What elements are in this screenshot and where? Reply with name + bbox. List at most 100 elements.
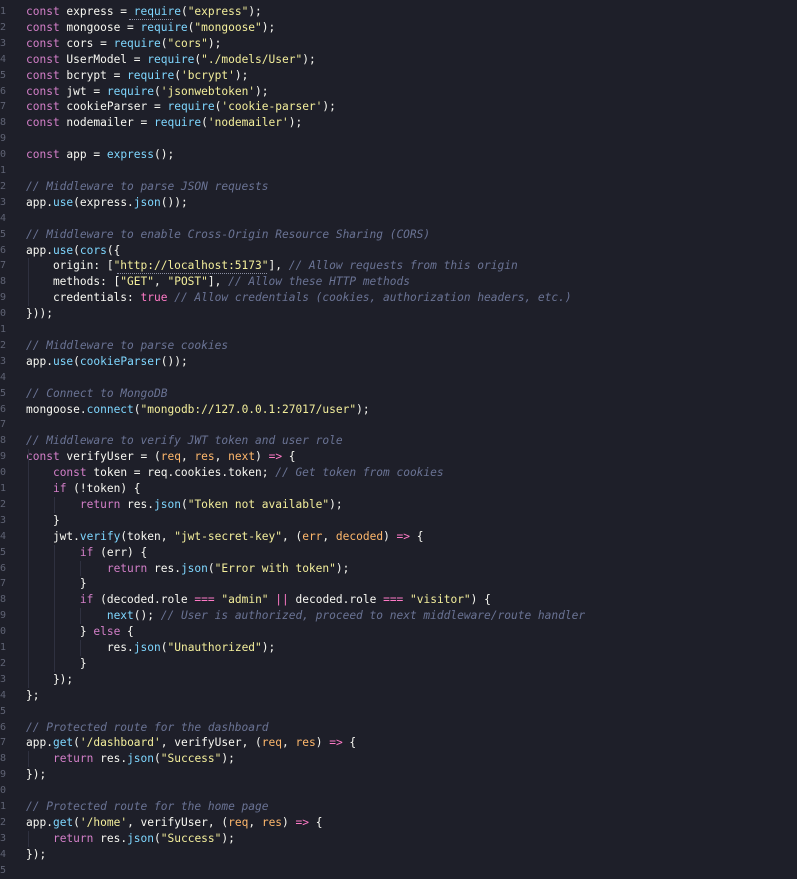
code-token: , verifyUser, ( <box>127 815 229 829</box>
code-token: res. <box>147 561 181 575</box>
code-token: { <box>120 625 134 639</box>
code-token: "Token not available" <box>187 497 330 511</box>
code-token: ); <box>234 68 249 82</box>
lint-underline <box>129 17 173 20</box>
code-token: ); <box>288 116 303 130</box>
code-line: mongoose.connect("mongodb://127.0.0.1:27… <box>26 402 370 418</box>
code-line: app.use(express.json()); <box>26 195 188 211</box>
code-token: } <box>26 625 94 639</box>
code-line: return res.json("Success"); <box>26 831 235 847</box>
code-token: || <box>275 593 289 607</box>
code-token: req <box>261 736 283 750</box>
indent-guide <box>80 560 81 577</box>
lint-underline <box>117 271 267 275</box>
code-token: ); <box>335 561 350 575</box>
code-token: ); <box>261 20 276 34</box>
code-token: ( <box>154 752 161 766</box>
code-token: err <box>302 529 323 543</box>
code-token: ()); <box>160 195 188 209</box>
code-token: // Allow these HTTP methods <box>228 275 410 289</box>
code-token: 'cookie-parser' <box>221 100 323 114</box>
code-token: // Middleware to parse JSON requests <box>26 179 269 193</box>
code-token: const <box>26 450 60 464</box>
code-token: ( <box>73 243 80 257</box>
code-token: // Protected route for the home page <box>26 800 269 813</box>
indent-guide <box>54 496 55 513</box>
code-token: "express" <box>187 5 249 18</box>
code-line: } <box>26 656 87 672</box>
code-line: if (err) { <box>26 545 147 561</box>
code-token: ( <box>73 736 80 750</box>
code-token: const <box>26 84 60 98</box>
code-token: }); <box>26 847 47 861</box>
code-token: (decoded.role <box>93 593 195 607</box>
code-token: require <box>140 20 188 34</box>
code-token: bcrypt = <box>59 68 128 82</box>
code-token: if <box>79 593 94 607</box>
code-token: "GET" <box>120 275 154 289</box>
code-token: const <box>26 68 60 82</box>
code-line: } <box>26 513 60 529</box>
code-token: , verifyUser, ( <box>160 736 262 750</box>
code-token: require <box>153 116 202 130</box>
indent-guide <box>28 449 29 688</box>
code-token: res. <box>93 831 128 845</box>
code-line: if (!token) { <box>26 481 141 497</box>
code-area[interactable]: const express = require("express"); const… <box>0 0 797 879</box>
code-token: (!token) { <box>66 482 141 495</box>
code-token: cors <box>79 243 107 257</box>
code-token: app. <box>26 736 53 750</box>
code-token: mongoose = <box>59 20 141 34</box>
code-line: // Middleware to enable Cross-Origin Res… <box>26 227 430 243</box>
code-token: ( <box>73 354 80 368</box>
code-token: ); <box>322 100 336 114</box>
code-line: // Connect to MongoDB <box>26 386 167 402</box>
code-token: { <box>282 450 296 464</box>
code-line: const nodemailer = require('nodemailer')… <box>26 115 302 131</box>
code-token: return <box>52 752 94 766</box>
code-token: , <box>248 815 262 829</box>
code-line: origin: ["http://localhost:5173"], // Al… <box>26 258 518 274</box>
code-token: "./models/User" <box>201 52 303 66</box>
code-token: ); <box>221 831 235 845</box>
code-editor[interactable]: 1234567890123456789012345678901234567890… <box>0 0 797 879</box>
code-token: cors = <box>59 36 114 50</box>
code-token: require <box>127 68 175 82</box>
code-token: ( <box>174 68 181 82</box>
code-token: ) <box>383 529 397 543</box>
code-token: (token, <box>120 529 175 543</box>
indent-guide <box>80 640 81 656</box>
code-line: jwt.verify(token, "jwt-secret-key", (err… <box>26 529 424 545</box>
code-token: methods: [ <box>26 275 121 289</box>
code-token: ); <box>248 5 262 18</box>
code-token: "Success" <box>160 752 222 766</box>
code-line: methods: ["GET", "POST"], // Allow these… <box>26 274 410 290</box>
code-token: return <box>52 831 94 845</box>
code-token: } <box>26 656 87 670</box>
code-token: verify <box>79 529 121 543</box>
code-token: ( <box>180 497 188 511</box>
code-token: res <box>295 736 316 750</box>
code-token: decoded <box>335 529 384 543</box>
code-token: req <box>160 450 181 464</box>
code-token: express <box>106 148 154 162</box>
code-token: "mongodb://127.0.0.1:27017/user" <box>140 402 357 416</box>
code-line: app.use(cookieParser()); <box>26 354 188 370</box>
code-token: connect <box>86 402 134 416</box>
code-token: json <box>127 831 155 845</box>
code-token: ); <box>302 52 316 66</box>
code-token: 'jsonwebtoken' <box>160 84 256 98</box>
code-token: , <box>180 450 195 464</box>
code-token: 'bcrypt' <box>180 68 235 82</box>
code-line: // Middleware to verify JWT token and us… <box>26 433 343 449</box>
code-line: const mongoose = require("mongoose"); <box>26 20 275 36</box>
code-line: const token = req.cookies.token; // Get … <box>26 465 444 481</box>
code-line: app.get('/home', verifyUser, (req, res) … <box>26 815 323 831</box>
code-line: }); <box>26 767 46 783</box>
code-token: "POST" <box>167 275 208 289</box>
code-token: jwt = <box>59 84 107 98</box>
